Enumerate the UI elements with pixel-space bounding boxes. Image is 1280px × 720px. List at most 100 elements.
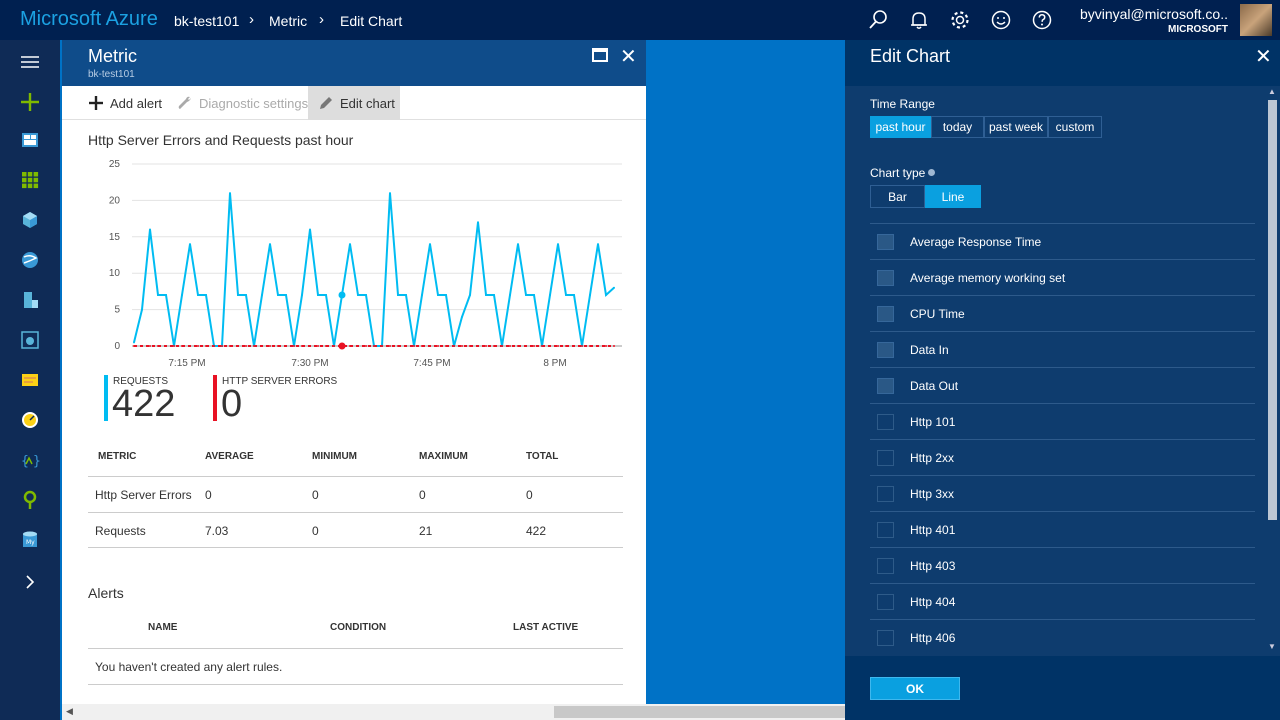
avatar[interactable]	[1240, 4, 1272, 36]
server-errors-data-point	[613, 345, 615, 347]
table-row[interactable]: Requests 7.03 0 21 422	[88, 512, 623, 548]
metric-checkbox[interactable]	[877, 594, 894, 610]
table-cell: 0	[312, 488, 319, 502]
scroll-up-arrow-icon[interactable]: ▲	[1268, 87, 1276, 96]
vertical-scrollbar[interactable]: ▲ ▼	[1265, 86, 1280, 656]
server-errors-data-point	[485, 345, 487, 347]
metric-checkbox[interactable]	[877, 450, 894, 466]
user-name[interactable]: byvinyal@microsoft.co..	[1080, 6, 1228, 22]
time-range-option-past-hour[interactable]: past hour	[870, 116, 931, 138]
diagnostic-settings-button[interactable]: Diagnostic settings	[177, 86, 308, 120]
settings-gear-icon[interactable]	[940, 0, 980, 40]
metric-option-average-memory-working-set[interactable]: Average memory working set	[870, 259, 1255, 295]
search-icon[interactable]	[858, 0, 898, 40]
table-row[interactable]: Http Server Errors 0 0 0 0	[88, 476, 623, 512]
scroll-left-arrow-icon[interactable]: ◀	[66, 706, 73, 717]
all-resources-grid-icon[interactable]	[0, 160, 60, 200]
edit-chart-blade: Edit Chart ✕ Time Range past hour today …	[845, 40, 1280, 720]
command-bar: Add alert Diagnostic settings Edit chart	[62, 86, 646, 120]
virtual-machines-icon[interactable]	[0, 280, 60, 320]
server-errors-data-point	[157, 345, 159, 347]
server-errors-data-point	[581, 345, 583, 347]
close-icon[interactable]: ✕	[620, 44, 637, 69]
server-errors-data-point	[141, 345, 143, 347]
info-icon[interactable]	[928, 169, 936, 176]
metric-option-http-404[interactable]: Http 404	[870, 583, 1255, 619]
breadcrumb-metric[interactable]: Metric	[269, 13, 307, 29]
requests-data-point	[533, 294, 535, 296]
svg-text:My: My	[26, 539, 35, 546]
time-range-option-past-week[interactable]: past week	[984, 116, 1048, 138]
requests-data-point	[261, 294, 263, 296]
metric-checkbox[interactable]	[877, 486, 894, 502]
hamburger-menu-icon[interactable]	[0, 42, 60, 82]
brand-logo[interactable]: Microsoft Azure	[20, 8, 158, 31]
metric-option-cpu-time[interactable]: CPU Time	[870, 295, 1255, 331]
metric-option-label: Http 406	[910, 631, 956, 645]
metric-option-data-out[interactable]: Data Out	[870, 367, 1255, 403]
metric-checkbox[interactable]	[877, 234, 894, 250]
table-header-total: TOTAL	[526, 451, 559, 462]
sql-database-cylinder-icon[interactable]: My	[0, 520, 60, 560]
chevron-right-icon: ›	[319, 11, 324, 28]
maximize-icon[interactable]	[592, 48, 608, 62]
metric-option-http-406[interactable]: Http 406	[870, 619, 1255, 655]
requests-data-point	[589, 294, 591, 296]
metric-option-average-response-time[interactable]: Average Response Time	[870, 223, 1255, 259]
metric-checkbox[interactable]	[877, 414, 894, 430]
errors-kpi-value: 0	[221, 383, 243, 425]
breadcrumb-edit-chart[interactable]: Edit Chart	[340, 13, 402, 29]
metric-checkbox[interactable]	[877, 306, 894, 322]
server-errors-data-point	[509, 345, 511, 347]
metric-option-http-2xx[interactable]: Http 2xx	[870, 439, 1255, 475]
metric-checkbox[interactable]	[877, 378, 894, 394]
metric-checkbox[interactable]	[877, 630, 894, 646]
horizontal-scrollbar[interactable]: ◀	[62, 704, 845, 720]
horizontal-scroll-thumb[interactable]	[554, 706, 845, 718]
scroll-down-arrow-icon[interactable]: ▼	[1268, 642, 1276, 651]
requests-errors-line-chart[interactable]: 0 5 10 15 20 25 7:15 PM 7:30 PM 7:45 PM 8 PM	[82, 156, 627, 371]
chart-type-option-line[interactable]: Line	[925, 185, 981, 208]
cloud-services-icon[interactable]	[0, 320, 60, 360]
server-errors-data-point	[205, 345, 207, 347]
server-errors-data-point	[589, 345, 591, 347]
metric-option-label: Http 3xx	[910, 487, 955, 501]
breadcrumb-bk-test101[interactable]: bk-test101	[174, 13, 239, 29]
metric-option-data-in[interactable]: Data In	[870, 331, 1255, 367]
app-services-globe-icon[interactable]	[0, 240, 60, 280]
close-icon[interactable]: ✕	[1255, 44, 1272, 69]
vertical-scroll-thumb[interactable]	[1268, 100, 1277, 520]
metric-checkbox[interactable]	[877, 342, 894, 358]
metric-checkbox[interactable]	[877, 270, 894, 286]
metric-option-http-403[interactable]: Http 403	[870, 547, 1255, 583]
time-range-option-today[interactable]: today	[931, 116, 984, 138]
edit-chart-content: Time Range past hour today past week cus…	[845, 86, 1265, 656]
add-alert-button[interactable]: Add alert	[88, 86, 162, 120]
table-header-metric: METRIC	[98, 451, 137, 462]
function-apps-icon[interactable]: {}	[0, 440, 60, 480]
metric-option-http-3xx[interactable]: Http 3xx	[870, 475, 1255, 511]
edit-chart-button[interactable]: Edit chart	[308, 86, 400, 120]
feedback-smiley-icon[interactable]	[981, 0, 1021, 40]
metric-checkbox[interactable]	[877, 522, 894, 538]
chart-type-option-bar[interactable]: Bar	[870, 185, 925, 208]
requests-data-point	[557, 243, 559, 246]
time-range-option-custom[interactable]: custom	[1048, 116, 1102, 138]
security-key-icon[interactable]	[0, 480, 60, 520]
expand-chevron-right-icon[interactable]	[0, 562, 60, 602]
monitor-gauge-icon[interactable]	[0, 400, 60, 440]
resource-groups-cube-icon[interactable]	[0, 200, 60, 240]
metric-checkbox[interactable]	[877, 558, 894, 574]
metric-option-label: Http 404	[910, 595, 956, 609]
metric-option-http-401[interactable]: Http 401	[870, 511, 1255, 547]
ok-button[interactable]: OK	[870, 677, 960, 700]
help-icon[interactable]	[1022, 0, 1062, 40]
new-plus-icon[interactable]	[0, 82, 60, 122]
server-errors-data-point	[309, 345, 311, 347]
metric-option-label: Average memory working set	[910, 271, 1066, 285]
sql-databases-icon[interactable]	[0, 360, 60, 400]
metric-option-http-101[interactable]: Http 101	[870, 403, 1255, 439]
requests-data-point	[309, 228, 311, 231]
notifications-bell-icon[interactable]	[899, 0, 939, 40]
dashboard-icon[interactable]	[0, 120, 60, 160]
